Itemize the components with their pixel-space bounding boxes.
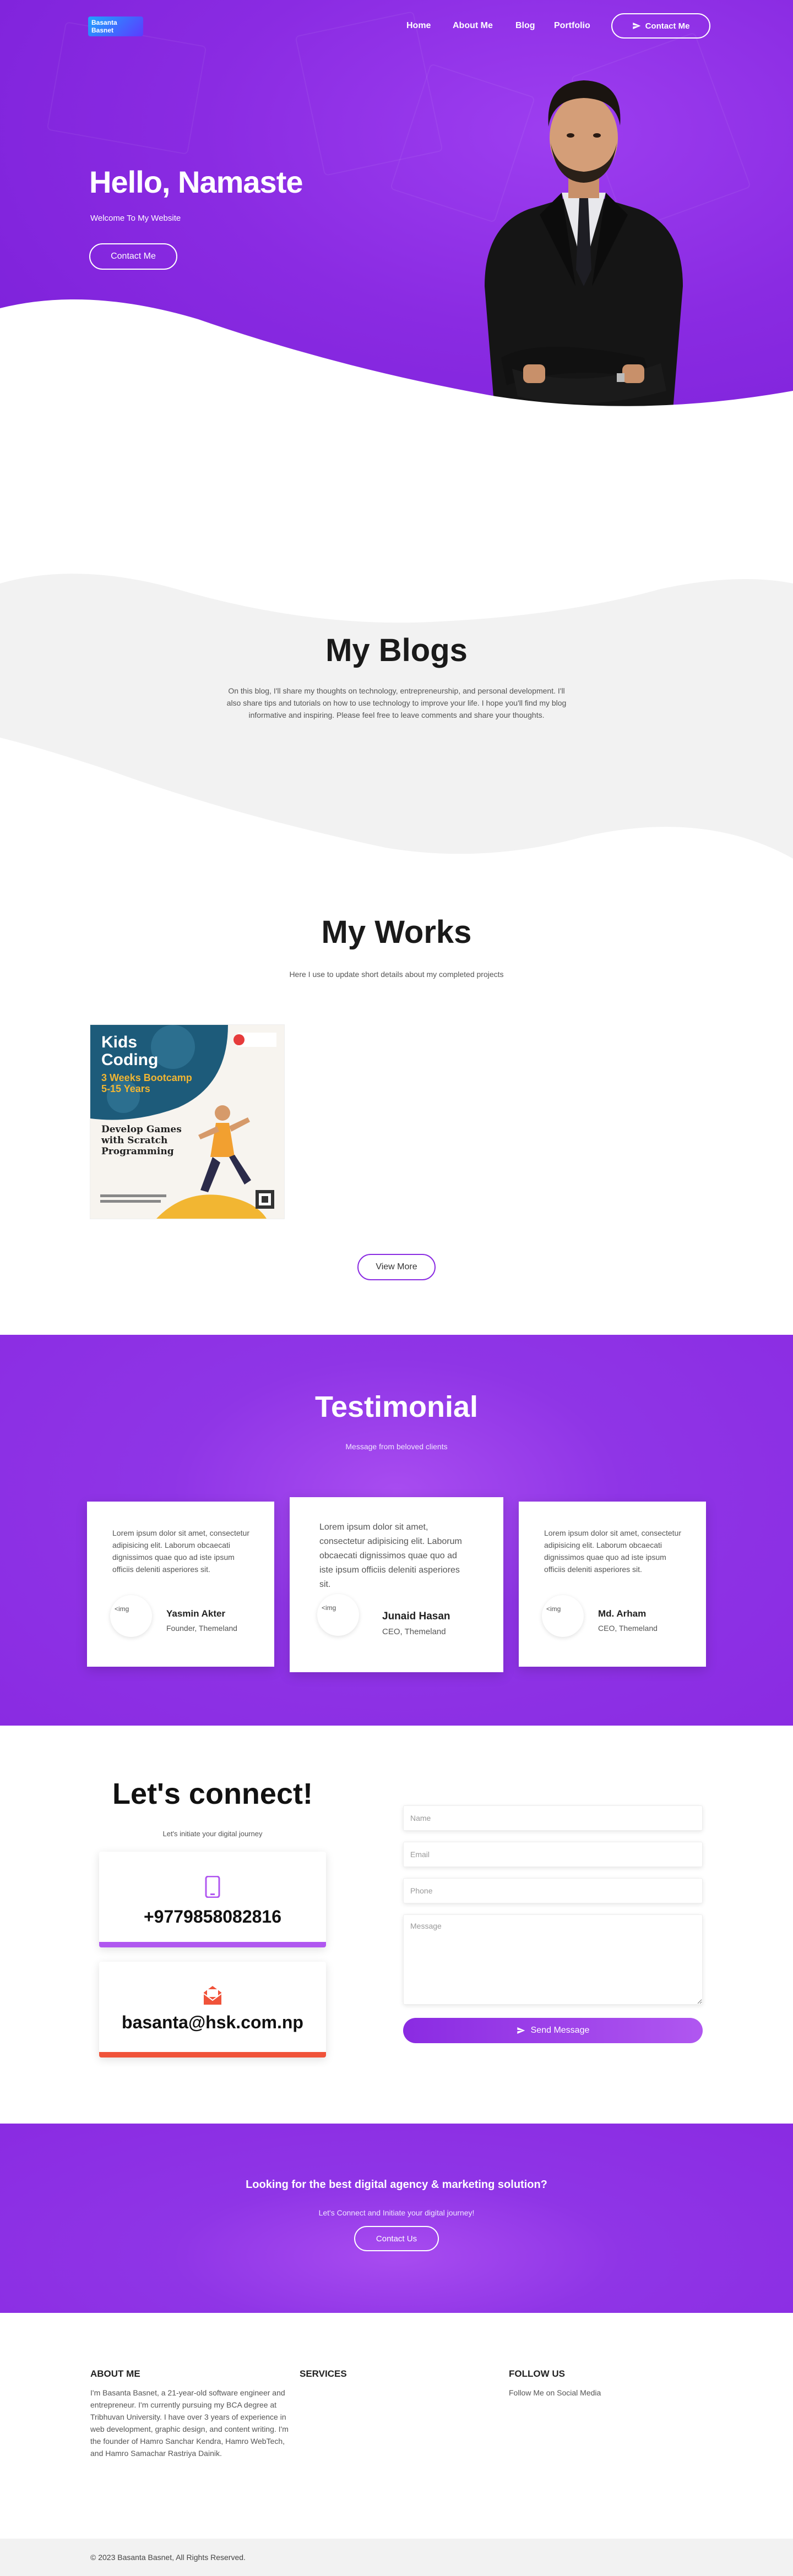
- poster-line-games: Develop Games: [101, 1124, 182, 1135]
- poster-line-programming: Programming: [101, 1146, 174, 1157]
- testimonial-avatar: <img: [542, 1595, 584, 1637]
- poster-line-scratch: with Scratch: [101, 1135, 168, 1146]
- logo-text-first: Basanta: [91, 19, 117, 26]
- hero-subtitle: Welcome To My Website: [90, 214, 181, 223]
- poster-subheading: Develop Games with Scratch Programming: [101, 1124, 182, 1157]
- testimonial-title: Testimonial: [314, 1390, 479, 1423]
- poster-line-kids: Kids: [101, 1033, 138, 1051]
- cta-subtitle: Let's Connect and Initiate your digital …: [318, 2208, 475, 2217]
- email-card-accent: [99, 2052, 326, 2057]
- view-more-button[interactable]: View More: [357, 1254, 436, 1280]
- work-item-kids-coding[interactable]: Kids Coding 3 Weeks Bootcamp 5-15 Years …: [90, 1025, 284, 1219]
- phone-icon: [205, 1876, 220, 1898]
- site-logo[interactable]: Basanta Basnet: [88, 17, 143, 36]
- copyright-bar: © 2023 Basanta Basnet, All Rights Reserv…: [0, 2539, 793, 2576]
- footer-services-title: SERVICES: [300, 2368, 347, 2379]
- nav-home[interactable]: Home: [406, 21, 431, 31]
- phone-number: +9779858082816: [143, 1907, 282, 1926]
- hero-section: Basanta Basnet Home About Me Blog Portfo…: [0, 0, 793, 440]
- phone-card-accent: [99, 1942, 326, 1947]
- testimonial-text: Lorem ipsum dolor sit amet, consectetur …: [112, 1529, 249, 1574]
- works-title: My Works: [321, 914, 472, 950]
- footer-follow-title: FOLLOW US: [509, 2368, 565, 2379]
- poster-line-coding: Coding: [101, 1051, 159, 1069]
- testimonial-text: Lorem ipsum dolor sit amet, consectetur …: [544, 1529, 681, 1574]
- testimonial-name: Junaid Hasan: [382, 1611, 450, 1622]
- phone-card[interactable]: +9779858082816: [99, 1852, 326, 1947]
- hero-title: Hello, Namaste: [89, 165, 303, 199]
- email-address: basanta@hsk.com.np: [122, 2012, 303, 2032]
- testimonial-card-featured: Lorem ipsum dolor sit amet, consectetur …: [290, 1497, 503, 1672]
- testimonial-text: Lorem ipsum dolor sit amet, consectetur …: [319, 1522, 462, 1589]
- works-subtitle: Here I use to update short details about…: [289, 970, 504, 979]
- connect-title: Let's connect!: [112, 1777, 313, 1810]
- footer-about-title: ABOUT ME: [90, 2368, 140, 2379]
- testimonial-name: Yasmin Akter: [166, 1608, 226, 1619]
- blogs-title: My Blogs: [325, 632, 468, 668]
- phone-input[interactable]: [403, 1878, 703, 1903]
- testimonial-role: Founder, Themeland: [166, 1624, 237, 1633]
- email-input[interactable]: [403, 1842, 703, 1867]
- testimonial-avatar: <img: [317, 1594, 359, 1636]
- poster-line-bootcamp: 3 Weeks Bootcamp: [101, 1072, 192, 1083]
- send-message-label: Send Message: [530, 2026, 590, 2035]
- name-input[interactable]: [403, 1805, 703, 1831]
- testimonial-section: Testimonial Message from beloved clients…: [0, 1335, 793, 1726]
- email-icon: [203, 1986, 222, 2005]
- footer-follow-text: Follow Me on Social Media: [509, 2388, 601, 2397]
- hero-contact-button[interactable]: Contact Me: [89, 243, 177, 270]
- footer-about-text: I'm Basanta Basnet, a 21-year-old softwa…: [90, 2388, 289, 2458]
- logo-text-last: Basnet: [91, 26, 114, 34]
- email-card[interactable]: basanta@hsk.com.np: [99, 1962, 326, 2057]
- send-message-button[interactable]: Send Message: [403, 2018, 703, 2043]
- poster-heading: Kids Coding: [101, 1034, 158, 1069]
- hero-wave: [0, 299, 793, 440]
- copyright-text: © 2023 Basanta Basnet, All Rights Reserv…: [90, 2553, 246, 2562]
- poster-bootcamp: 3 Weeks Bootcamp 5-15 Years: [101, 1072, 192, 1094]
- cta-section: Looking for the best digital agency & ma…: [0, 2124, 793, 2313]
- send-icon: [517, 2027, 525, 2034]
- testimonial-name: Md. Arham: [598, 1608, 647, 1619]
- blogs-section: My Blogs On this blog, I'll share my tho…: [0, 550, 793, 881]
- testimonial-card: Lorem ipsum dolor sit amet, consectetur …: [87, 1502, 274, 1667]
- cta-contact-button[interactable]: Contact Us: [354, 2226, 439, 2251]
- testimonial-role: CEO, Themeland: [382, 1627, 446, 1636]
- testimonial-role: CEO, Themeland: [598, 1624, 658, 1633]
- poster-line-age: 5-15 Years: [101, 1083, 150, 1094]
- testimonial-avatar: <img: [110, 1595, 152, 1637]
- cta-title: Looking for the best digital agency & ma…: [246, 2179, 547, 2191]
- message-textarea[interactable]: [403, 1914, 703, 2005]
- testimonial-card: Lorem ipsum dolor sit amet, consectetur …: [519, 1502, 706, 1667]
- testimonial-subtitle: Message from beloved clients: [345, 1442, 448, 1451]
- connect-subtitle: Let's initiate your digital journey: [162, 1830, 263, 1838]
- blogs-description: On this blog, I'll share my thoughts on …: [226, 686, 567, 719]
